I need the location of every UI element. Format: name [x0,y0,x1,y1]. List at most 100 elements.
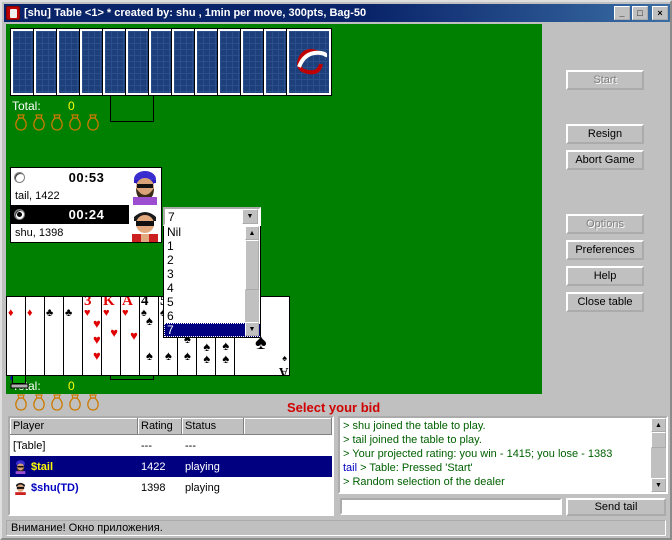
hand-card[interactable]: 4 ♠ ♠ ♠ [139,296,159,376]
bag-icon [86,114,100,131]
card-suit-icon: ♥ [122,307,129,319]
app-icon [6,6,20,20]
cell-status: playing [185,460,220,473]
window-controls: _ □ × [614,6,668,20]
abort-game-button[interactable]: Abort Game [566,150,644,170]
chat-scroll-down-button[interactable]: ▼ [651,478,666,492]
maximize-button[interactable]: □ [632,6,648,20]
cell-player: $shu(TD) [10,480,138,495]
window-title: [shu] Table <1> * created by: shu , 1min… [24,7,367,19]
avatar-shu [129,205,161,242]
hand-card[interactable]: ♣ [44,296,64,376]
hand-card[interactable]: ♦ [25,296,45,376]
table-row[interactable]: $shu(TD) 1398 playing [10,477,332,498]
bag-icon [50,394,64,411]
close-table-button[interactable]: Close table [566,292,644,312]
chat-scroll-thumb[interactable] [651,432,666,448]
game-table-felt: Bid: Won: 0 Score: 0 Total: 0 [6,24,542,411]
cell-status: playing [185,481,220,494]
cell-rating: 1398 [141,481,166,494]
chat-scrollbar[interactable]: ▲ ▼ [651,418,666,492]
avatar [15,460,26,474]
card-suit-icon: ♦ [8,307,14,319]
opponent-bags [14,114,100,131]
right-button-panel: Start Resign Abort Game Options Preferences H… [544,24,668,394]
column-header-rating[interactable]: Rating [138,418,182,435]
bag-icon [86,394,100,411]
card-suit-icon: ♦ [27,307,33,319]
card-pip: ♠ [222,337,230,353]
bid-prompt-message: Select your bid [287,400,381,415]
chat-text: > shu joined the table to play. [343,420,486,432]
chat-log-pane[interactable]: > shu joined the table to play. > tail jo… [338,416,668,494]
start-button: Start [566,70,644,90]
hand-card[interactable]: A ♥ ♥ [120,296,140,376]
table-row[interactable]: [Table] --- --- [10,435,332,456]
help-button[interactable]: Help [566,266,644,286]
bid-combobox-value: 7 [168,209,175,224]
chat-input-field[interactable] [340,498,562,515]
bag-icon [50,114,64,131]
card-corner-pip: ♠ [282,353,287,363]
players-table-header: Player Rating Status [10,418,332,435]
card-suit-icon: ♣ [65,307,73,319]
avatar-tail [129,168,161,205]
bid-dropdown-list[interactable]: Nil 1 2 3 4 5 6 7 ▲ ▼ [163,224,261,338]
player-clock-box: 00:53 tail, 1422 00:24 shu, 1398 [10,167,162,243]
card-pip: ♥ [110,324,118,340]
dropdown-scroll-down-button[interactable]: ▼ [245,322,259,336]
opponent-card-back [286,28,332,96]
status-bar: Внимание! Окно приложения. [6,520,666,536]
bag-icon [32,394,46,411]
chat-message: > tail joined the table to play. [340,433,666,447]
preferences-button[interactable]: Preferences [566,240,644,260]
chat-text-input[interactable] [342,500,560,513]
send-message-button[interactable]: Send tail [566,498,666,516]
hand-card[interactable]: K ♥ ♥ [101,296,121,376]
column-header-player[interactable]: Player [10,418,138,435]
chat-message: > Your projected rating: you win - 1415;… [340,447,666,461]
card-pip: ♥ [93,347,101,363]
cell-rating: --- [141,439,152,452]
chevron-down-icon[interactable]: ▼ [242,209,258,224]
column-header-status[interactable]: Status [182,418,244,435]
dropdown-scrollbar[interactable]: ▲ ▼ [245,226,259,336]
card-pip: ♠ [146,313,153,329]
card-pip: ♠ [222,350,230,366]
total-value: 0 [68,98,75,113]
close-button[interactable]: × [652,6,668,20]
resign-button[interactable]: Resign [566,124,644,144]
cell-rating: 1422 [141,460,166,473]
card-suit-icon: ♥ [103,307,110,319]
players-list-pane[interactable]: Player Rating Status [Table] --- --- $tail 1… [8,416,334,516]
hand-card[interactable]: ♣ [63,296,83,376]
cell-status: --- [185,439,196,452]
player-bags [14,394,100,411]
table-row[interactable]: $tail 1422 playing [10,456,332,477]
chat-text: > Random selection of the dealer [343,476,505,488]
dropdown-scroll-up-button[interactable]: ▲ [245,226,259,240]
dropdown-scroll-thumb[interactable] [245,240,259,290]
hand-card[interactable]: ♦ [6,296,26,376]
chat-text: > Your projected rating: you win - 1415;… [343,448,613,460]
turn-indicator-player [14,209,25,220]
bag-icon [14,394,28,411]
bid-combobox[interactable]: 7 ▼ [163,207,261,226]
chat-text: > tail joined the table to play. [343,434,482,446]
chat-nick: tail [343,462,361,474]
options-button: Options [566,214,644,234]
column-header-blank[interactable] [244,418,332,435]
title-bar: [shu] Table <1> * created by: shu , 1min… [4,4,670,22]
avatar [15,482,26,495]
chat-scroll-up-button[interactable]: ▲ [651,418,666,432]
hand-card[interactable]: 3 ♥ ♥ ♥ ♥ [82,296,102,376]
application-window: [shu] Table <1> * created by: shu , 1min… [0,0,672,540]
minimize-button[interactable]: _ [614,6,630,20]
card-pip: ♠ [203,350,211,366]
total-value-2: 0 [68,378,75,393]
player-name: $tail [31,460,54,473]
player-name: [Table] [13,439,46,452]
card-pip: ♠ [184,347,191,363]
card-rank-inverted: A [278,365,288,376]
score-row-total: Total: 0 [12,95,100,116]
